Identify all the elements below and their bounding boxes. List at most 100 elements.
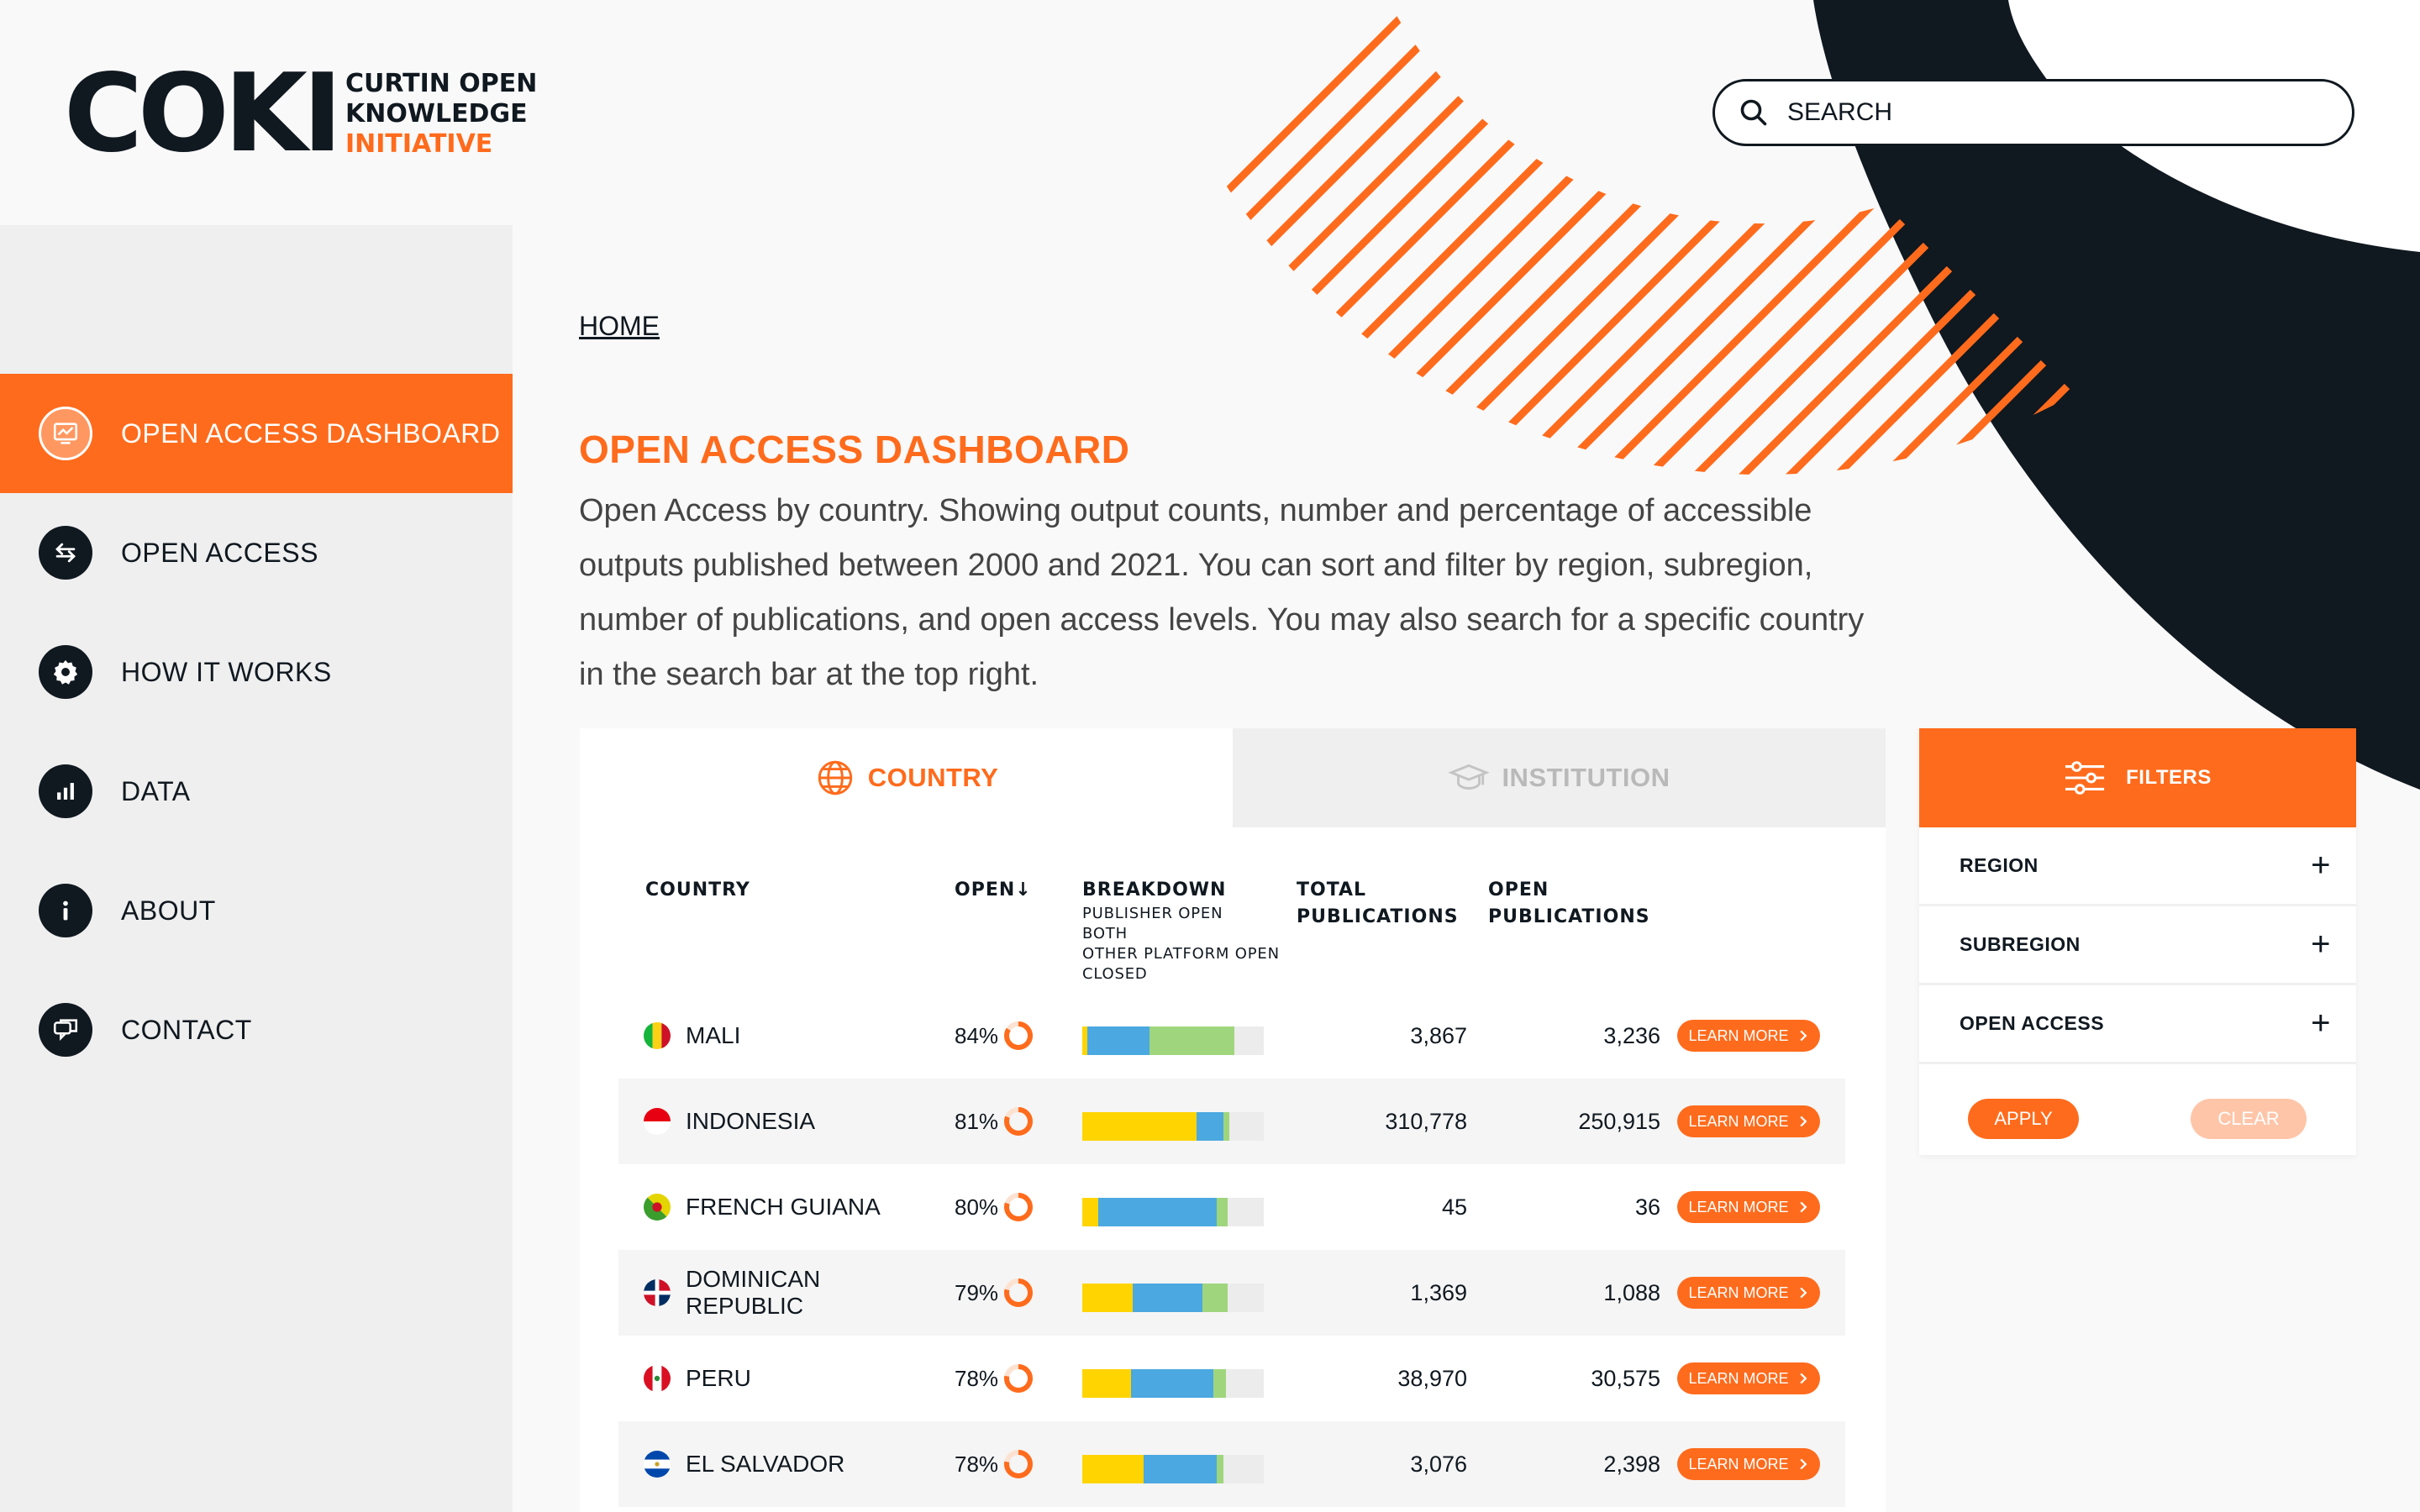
plus-icon[interactable]: +	[2311, 1005, 2331, 1042]
country-name[interactable]: INDONESIA	[686, 1079, 904, 1164]
learn-more-button[interactable]: LEARN MORE	[1677, 1362, 1820, 1394]
chat-icon	[39, 1003, 92, 1057]
column-header-country[interactable]: COUNTRY	[645, 877, 750, 904]
filter-subregion[interactable]: SUBREGION +	[1919, 906, 2356, 985]
sidebar-item-contact[interactable]: CONTACT	[0, 970, 513, 1089]
bar-segment-publisher-open	[1082, 1198, 1099, 1226]
legend-both: BOTH	[1082, 925, 1128, 942]
el-salvador-flag-icon	[644, 1451, 671, 1478]
learn-more-button[interactable]: LEARN MORE	[1677, 1448, 1820, 1480]
learn-more-label: LEARN MORE	[1688, 1112, 1789, 1130]
page-title: OPEN ACCESS DASHBOARD	[579, 428, 1130, 471]
bar-segment-closed	[1223, 1455, 1264, 1483]
table-row[interactable]: DOMINICAN REPUBLIC 79% 1,369 1,088 LEARN MOR…	[618, 1250, 1845, 1336]
bar-segment-other-platform-open	[1216, 1198, 1228, 1226]
bar-segment-both	[1197, 1112, 1224, 1141]
filter-region[interactable]: REGION +	[1919, 827, 2356, 906]
bar-segment-both	[1087, 1026, 1150, 1055]
country-name[interactable]: FRENCH GUIANA	[686, 1164, 904, 1250]
bar-segment-both	[1144, 1455, 1217, 1483]
plus-icon[interactable]: +	[2311, 847, 2331, 885]
sidebar-item-label: DATA	[121, 775, 191, 806]
tab-label: COUNTRY	[867, 763, 999, 792]
breakdown-bar	[1082, 1026, 1264, 1055]
logo-line-2: KNOWLEDGE	[345, 99, 528, 129]
country-name[interactable]: DOMINICAN REPUBLIC	[686, 1250, 904, 1336]
open-percentage: 79%	[955, 1279, 999, 1305]
sidebar-item-data[interactable]: DATA	[0, 732, 513, 851]
sidebar-item-about[interactable]: ABOUT	[0, 851, 513, 970]
column-header-breakdown: BREAKDOWN PUBLISHER OPEN BOTH OTHER PLAT…	[1082, 877, 1280, 984]
table-row[interactable]: MALI 84% 3,867 3,236 LEARN MORE	[618, 993, 1845, 1079]
bar-segment-closed	[1234, 1026, 1264, 1055]
learn-more-label: LEARN MORE	[1688, 1198, 1789, 1215]
country-name[interactable]: EL SALVADOR	[686, 1421, 904, 1507]
bar-chart-icon	[39, 764, 92, 818]
tab-label: INSTITUTION	[1502, 763, 1670, 792]
search-input[interactable]	[1787, 98, 2291, 127]
sidebar-item-how-it-works[interactable]: HOW IT WORKS	[0, 612, 513, 732]
learn-more-button[interactable]: LEARN MORE	[1677, 1277, 1820, 1309]
breakdown-bar	[1082, 1369, 1264, 1398]
breakdown-bar	[1082, 1455, 1264, 1483]
bar-segment-other-platform-open	[1202, 1284, 1228, 1312]
table-row[interactable]: INDONESIA 81% 310,778 250,915 LEARN MORE	[618, 1079, 1845, 1164]
breadcrumb-home-link[interactable]: HOME	[579, 311, 660, 342]
country-name[interactable]: PERU	[686, 1336, 904, 1421]
column-header-total-publications[interactable]: TOTAL PUBLICATIONS	[1297, 877, 1459, 931]
country-name[interactable]: MALI	[686, 993, 904, 1079]
chevron-right-icon	[1799, 1458, 1807, 1470]
filter-open-access[interactable]: OPEN ACCESS +	[1919, 985, 2356, 1064]
bar-segment-closed	[1228, 1112, 1264, 1141]
breakdown-bar	[1082, 1198, 1264, 1226]
open-publications: 30,575	[1591, 1365, 1660, 1391]
column-header-open[interactable]: OPEN↓	[955, 877, 1032, 904]
table-row[interactable]: PERU 78% 38,970 30,575 LEARN MORE	[618, 1336, 1845, 1421]
sidebar-item-label: HOW IT WORKS	[121, 656, 332, 687]
logo-mark: COKI	[64, 51, 343, 176]
learn-more-label: LEARN MORE	[1688, 1369, 1789, 1387]
tab-country[interactable]: COUNTRY	[580, 728, 1233, 827]
learn-more-button[interactable]: LEARN MORE	[1677, 1020, 1820, 1052]
bar-segment-publisher-open	[1082, 1284, 1134, 1312]
header: COKI CURTIN OPEN KNOWLEDGE INITIATIVE	[0, 0, 2420, 225]
bar-segment-other-platform-open	[1149, 1026, 1235, 1055]
plus-icon[interactable]: +	[2311, 926, 2331, 963]
column-header-open-label: OPEN	[955, 879, 1016, 900]
bar-segment-publisher-open	[1082, 1455, 1144, 1483]
bar-segment-both	[1131, 1369, 1213, 1398]
table-row[interactable]: EL SALVADOR 78% 3,076 2,398 LEARN MORE	[618, 1421, 1845, 1507]
coki-logo[interactable]: COKI CURTIN OPEN KNOWLEDGE INITIATIVE	[64, 51, 537, 176]
page-description: Open Access by country. Showing output c…	[579, 493, 1865, 692]
filters-header[interactable]: FILTERS	[1919, 728, 2356, 827]
chevron-right-icon	[1799, 1287, 1807, 1299]
learn-more-button[interactable]: LEARN MORE	[1677, 1105, 1820, 1137]
search-bar[interactable]	[1712, 79, 2354, 146]
column-header-open-publications[interactable]: OPEN PUBLICATIONS	[1488, 877, 1650, 931]
dominican-republic-flag-icon	[644, 1279, 671, 1306]
sidebar-nav: OPEN ACCESS DASHBOARD OPEN ACCESS HOW IT…	[0, 225, 513, 1512]
graduation-cap-icon	[1448, 764, 1491, 790]
bar-segment-other-platform-open	[1216, 1455, 1224, 1483]
sidebar-item-label: CONTACT	[121, 1014, 252, 1045]
header-line: PUBLICATIONS	[1488, 906, 1650, 927]
total-publications: 38,970	[1397, 1365, 1467, 1391]
info-icon	[39, 884, 92, 937]
tab-institution[interactable]: INSTITUTION	[1233, 728, 1886, 827]
sidebar-item-open-access-dashboard[interactable]: OPEN ACCESS DASHBOARD	[0, 374, 513, 493]
legend-publisher-open: PUBLISHER OPEN	[1082, 905, 1223, 922]
table-row[interactable]: FRENCH GUIANA 80% 45 36 LEARN MORE	[618, 1164, 1845, 1250]
header-line: PUBLICATIONS	[1297, 906, 1459, 927]
learn-more-button[interactable]: LEARN MORE	[1677, 1191, 1820, 1223]
apply-button[interactable]: APPLY	[1968, 1099, 2079, 1139]
bar-segment-publisher-open	[1082, 1369, 1132, 1398]
sidebar-item-label: OPEN ACCESS	[121, 537, 318, 568]
bar-segment-other-platform-open	[1213, 1369, 1226, 1398]
gear-icon	[39, 645, 92, 699]
clear-button[interactable]: CLEAR	[2191, 1099, 2307, 1139]
legend-closed: CLOSED	[1082, 965, 1148, 983]
sidebar-item-open-access[interactable]: OPEN ACCESS	[0, 493, 513, 612]
chevron-right-icon	[1799, 1116, 1807, 1127]
open-percentage: 81%	[955, 1108, 999, 1134]
breakdown-bar	[1082, 1284, 1264, 1312]
